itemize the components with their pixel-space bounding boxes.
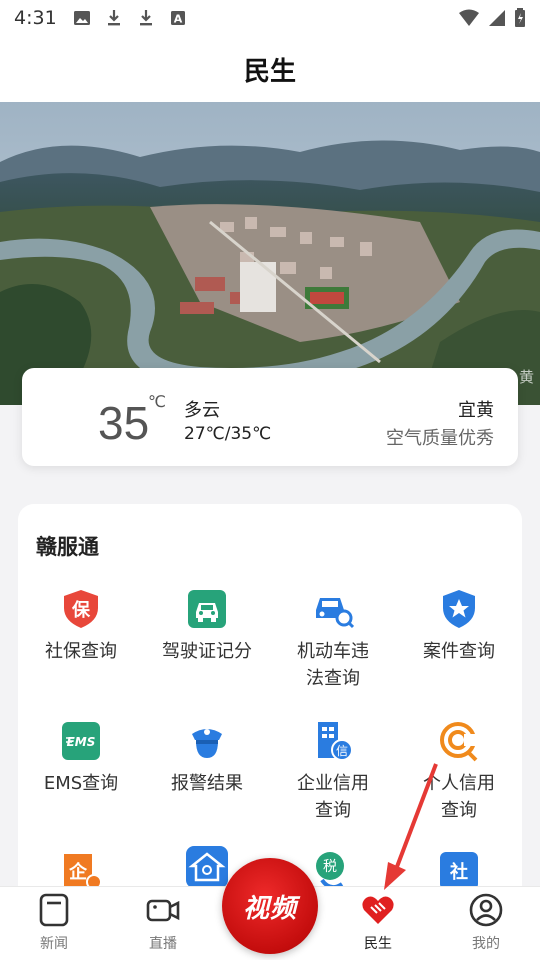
service-label: 机动车违 法查询 [297,641,369,689]
social-security-icon: 保 [64,590,98,628]
service-vehicle-violation[interactable]: 机动车违 法查询 [270,588,396,692]
status-time: 4:31 [14,7,57,29]
service-case-query[interactable]: 案件查询 [396,588,522,665]
nav-profile[interactable]: 我的 [446,893,526,953]
service-label: EMS查询 [43,773,119,794]
nav-livelihood[interactable]: 民生 [338,893,418,953]
air-quality: 空气质量优秀 [386,428,494,449]
hero-watermark: 黄 [518,368,534,386]
enterprise-credit-icon: 信 [318,722,353,761]
service-label: 驾驶证记分 [162,641,252,662]
service-label: 企业信用 查询 [297,773,369,821]
service-ems[interactable]: EMS EMS查询 [18,720,144,797]
font-notification-icon: A [170,11,185,26]
svg-text:保: 保 [71,599,91,621]
temperature-unit: ℃ [148,392,166,411]
ems-icon: EMS [62,722,100,760]
svg-text:信: 信 [336,744,348,758]
temperature-range: 27℃/35℃ [184,424,272,444]
live-icon [146,899,180,922]
service-label: 个人信用 查询 [423,773,495,821]
driver-license-icon [188,590,226,628]
nav-label: 直播 [149,936,177,952]
landscape-illustration [0,102,540,405]
weather-condition: 多云 [184,400,220,421]
nav-label: 我的 [472,936,500,952]
service-social-security[interactable]: 保 社保查询 [18,588,144,665]
signal-icon [489,10,505,26]
service-label: 案件查询 [423,641,495,662]
nav-news[interactable]: 新闻 [14,893,94,953]
svg-text:税: 税 [323,859,337,875]
case-query-icon [443,590,475,628]
weather-card[interactable]: 35 ℃ 多云 27℃/35℃ 宜黄 空气质量优秀 [22,368,518,466]
svg-text:A: A [173,13,182,26]
page-title: 民生 [243,56,296,87]
service-label: 社保查询 [45,641,117,662]
video-button-label: 视频 [242,893,297,924]
vehicle-violation-icon [316,598,354,629]
service-label: 报警结果 [171,773,243,794]
police-icon [192,729,222,758]
housing-icon [186,846,228,888]
download-icon [107,10,120,26]
service-enterprise-credit[interactable]: 信 企业信用 查询 [270,720,396,824]
app-header: 民生 [0,36,540,102]
weather-location: 宜黄 [458,400,494,421]
image-notification-icon [73,11,90,25]
hero-banner-image[interactable]: 黄 [0,102,540,405]
video-center-button[interactable]: 视频 [222,858,318,954]
nav-label: 民生 [364,936,392,952]
status-bar: 4:31 A [0,0,540,36]
section-title: 赣服通 [36,535,99,559]
personal-credit-icon [440,722,478,762]
nav-live[interactable]: 直播 [123,893,203,953]
service-personal-credit[interactable]: 个人信用 查询 [396,720,522,824]
download-icon-2 [139,10,152,26]
livelihood-icon [362,896,394,924]
nav-label: 新闻 [40,936,68,952]
svg-text:企: 企 [68,861,88,883]
current-temperature: 35 [98,397,150,449]
service-police-report[interactable]: 报警结果 [144,720,270,797]
news-icon [39,893,69,927]
battery-icon [515,8,525,27]
wifi-icon [459,9,479,26]
svg-text:社: 社 [450,861,468,883]
profile-icon [469,893,503,927]
service-driver-license[interactable]: 驾驶证记分 [144,588,270,665]
